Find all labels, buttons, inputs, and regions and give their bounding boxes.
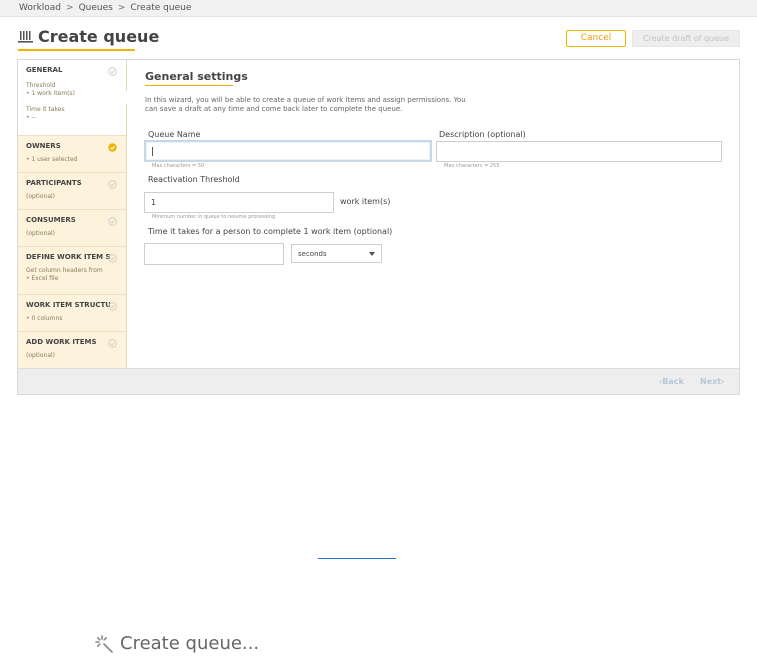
step-define-work-item-structure[interactable]: DEFINE WORK ITEM STR... Get column heade… xyxy=(18,247,126,295)
step-participants[interactable]: PARTICIPANTS (optional) xyxy=(18,173,126,210)
link-underline[interactable] xyxy=(318,558,396,559)
step-sub: Threshold xyxy=(26,82,56,89)
step-title: DEFINE WORK ITEM STR... xyxy=(26,253,110,261)
wizard-footer: ‹Back Next› xyxy=(18,368,739,394)
step-sub: (optional) xyxy=(26,230,55,237)
queue-icon xyxy=(18,30,33,43)
section-underline xyxy=(145,85,233,86)
time-unit-select[interactable]: seconds xyxy=(291,244,382,263)
loading-indicator: Create queue... xyxy=(94,633,259,654)
threshold-value: 1 xyxy=(151,198,157,207)
active-step-pointer xyxy=(126,90,133,104)
breadcrumb-separator: > xyxy=(117,3,126,13)
step-work-item-structure[interactable]: WORK ITEM STRUCTURE • 0 columns xyxy=(18,295,126,332)
step-sub: Time it takes xyxy=(26,106,65,113)
step-sub: • Excel file xyxy=(26,275,59,282)
step-sub: • 0 columns xyxy=(26,315,63,322)
threshold-input[interactable]: 1 xyxy=(144,192,334,213)
check-circle-icon xyxy=(108,302,117,311)
step-sub: • 1 user selected xyxy=(26,156,78,163)
step-consumers[interactable]: CONSUMERS (optional) xyxy=(18,210,126,247)
queue-name-input[interactable] xyxy=(144,140,432,162)
text-caret xyxy=(152,146,153,156)
title-underline xyxy=(18,49,135,51)
step-title: PARTICIPANTS xyxy=(26,179,82,187)
check-complete-icon xyxy=(108,143,117,152)
chevron-down-icon xyxy=(369,251,375,256)
breadcrumb-queues[interactable]: Queues xyxy=(79,3,113,13)
queue-name-hint: Max characters = 50 xyxy=(152,163,205,169)
general-settings-section: General settings In this wizard, you wil… xyxy=(145,70,735,114)
threshold-hint: Minimum number in queue to resume proces… xyxy=(152,214,276,220)
step-general[interactable]: GENERAL Threshold • 1 work item(s) Time … xyxy=(18,60,126,136)
time-input[interactable] xyxy=(144,243,284,265)
step-title: WORK ITEM STRUCTURE xyxy=(26,301,110,309)
cancel-button[interactable]: Cancel xyxy=(566,30,626,47)
step-title: CONSUMERS xyxy=(26,216,76,224)
wizard-steps-sidebar: GENERAL Threshold • 1 work item(s) Time … xyxy=(18,60,127,368)
check-circle-icon xyxy=(108,67,117,76)
next-label: Next xyxy=(700,377,722,386)
wizard-panel: GENERAL Threshold • 1 work item(s) Time … xyxy=(17,59,740,395)
step-sub: (optional) xyxy=(26,193,55,200)
breadcrumb-workload[interactable]: Workload xyxy=(19,3,61,13)
breadcrumb-separator: > xyxy=(66,3,74,13)
check-circle-icon xyxy=(108,180,117,189)
back-label: Back xyxy=(662,377,684,386)
threshold-unit: work item(s) xyxy=(340,197,391,206)
step-owners[interactable]: OWNERS • 1 user selected xyxy=(18,136,126,173)
section-title: General settings xyxy=(145,70,248,83)
page-header: Create queue xyxy=(18,27,159,51)
step-sub: Get column headers from xyxy=(26,267,103,274)
step-title: OWNERS xyxy=(26,142,61,150)
create-draft-button[interactable]: Create draft of queue xyxy=(632,30,740,47)
page-title-text: Create queue xyxy=(38,27,160,46)
loading-text: Create queue... xyxy=(120,633,260,654)
step-sub: • 1 work item(s) xyxy=(26,90,75,97)
next-button[interactable]: Next› xyxy=(700,377,724,386)
top-bar: Workload > Queues > Create queue xyxy=(0,0,757,17)
description-label: Description (optional) xyxy=(439,130,526,139)
description-hint: Max characters = 255 xyxy=(444,163,500,169)
time-unit-value: seconds xyxy=(298,249,327,258)
step-title: ADD WORK ITEMS xyxy=(26,338,97,346)
threshold-label: Reactivation Threshold xyxy=(148,175,240,184)
spinner-icon xyxy=(95,634,113,653)
step-sub: (optional) xyxy=(26,352,55,359)
time-label: Time it takes for a person to complete 1… xyxy=(148,227,393,236)
queue-name-label: Queue Name xyxy=(148,130,201,139)
step-title: GENERAL xyxy=(26,66,63,74)
description-input[interactable] xyxy=(436,141,722,162)
check-circle-icon xyxy=(108,339,117,348)
check-circle-icon xyxy=(108,217,117,226)
intro-text: In this wizard, you will be able to crea… xyxy=(145,96,466,113)
breadcrumb-current: Create queue xyxy=(130,3,192,13)
step-add-work-items[interactable]: ADD WORK ITEMS (optional) xyxy=(18,332,126,368)
page-title: Create queue xyxy=(18,27,159,46)
back-button[interactable]: ‹Back xyxy=(659,377,684,386)
breadcrumb: Workload > Queues > Create queue xyxy=(19,3,191,13)
step-sub: • -- xyxy=(26,114,36,121)
check-circle-icon xyxy=(108,254,117,263)
